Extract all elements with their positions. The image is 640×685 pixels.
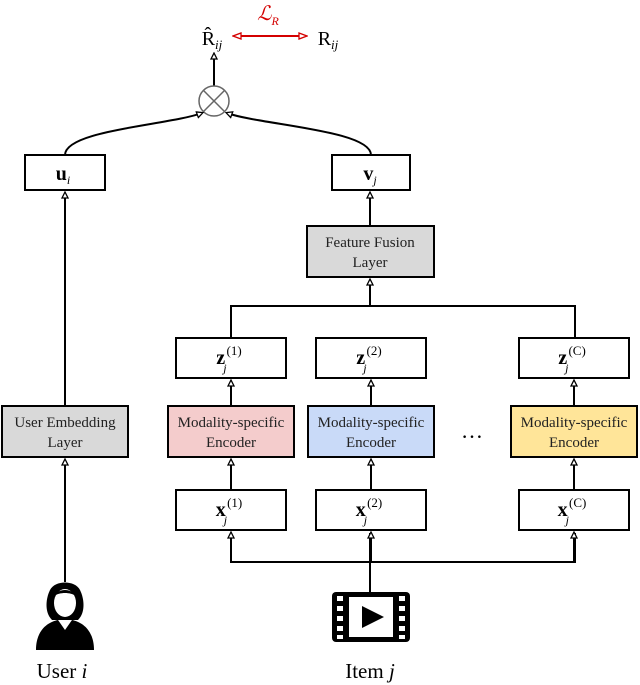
fusion-line2: Layer [353,255,388,271]
architecture-diagram: R̂ij Rij ℒR ui User Embedding Layer User… [1,3,638,683]
user-to-product-arrow [64,113,202,156]
encoder-line1: Modality-specific [178,415,285,431]
merge-lines [230,305,576,338]
user-icon [36,582,94,650]
encoder-line2: Encoder [206,435,256,451]
encoder-line1: Modality-specific [318,415,425,431]
encoder-line2: Encoder [346,435,396,451]
user-layer-line2: Layer [48,435,83,451]
true-rating: Rij [318,28,339,52]
video-icon [332,592,410,642]
ellipsis: … [461,418,483,443]
svg-text:ℒR: ℒR [257,3,279,28]
multiply-icon [198,85,230,117]
svg-text:R̂ij: R̂ij [202,26,223,52]
loss-label: ℒR [257,3,279,28]
fusion-line1: Feature Fusion [325,235,415,251]
encoder-line2: Encoder [549,435,599,451]
predicted-rating: R̂ij [202,26,223,52]
svg-text:Rij: Rij [318,28,339,52]
split-lines [230,533,576,563]
encoder-line1: Modality-specific [521,415,628,431]
user-label: User i [37,659,88,683]
item-to-product-arrow [227,113,372,156]
user-layer-line1: User Embedding [14,415,116,431]
item-label: Item j [345,659,395,683]
